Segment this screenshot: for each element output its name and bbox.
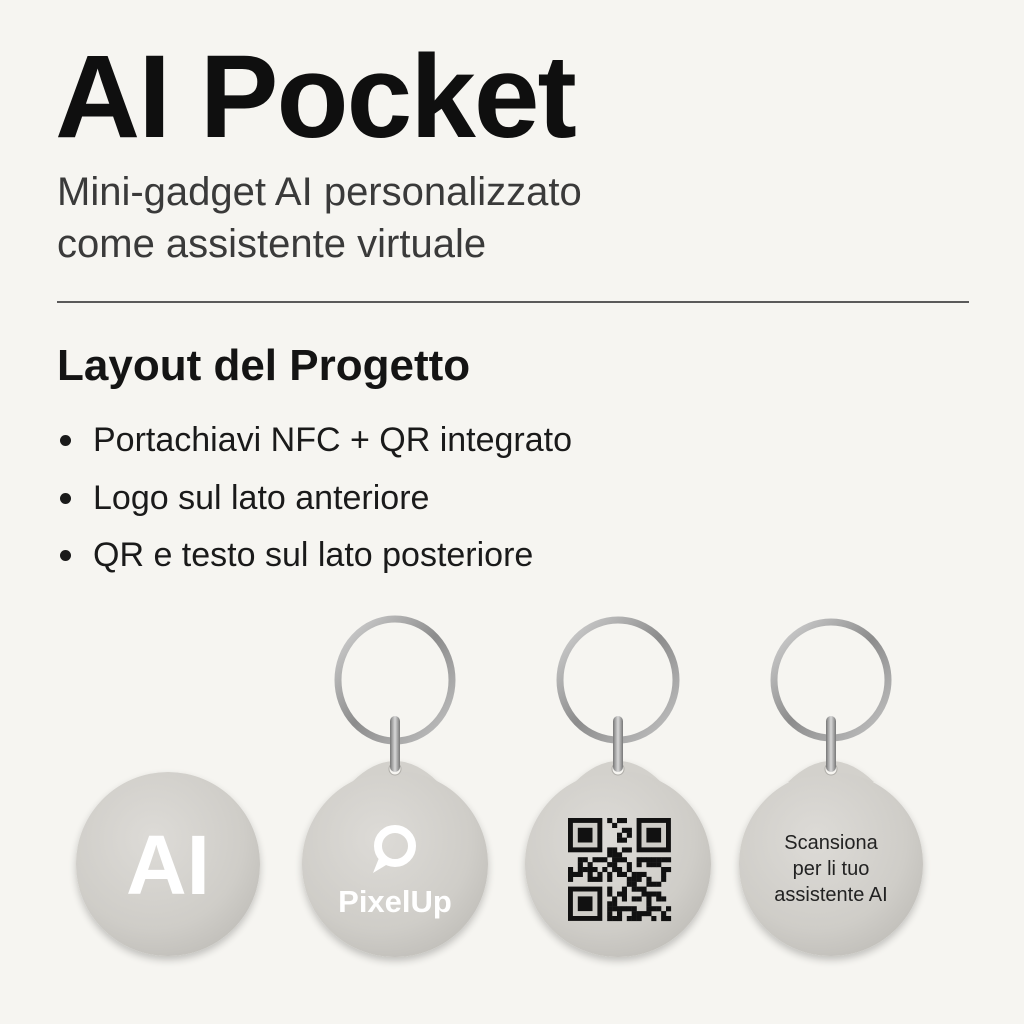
tag-ai-label: AI <box>126 818 210 912</box>
tag-qr <box>525 616 711 957</box>
pixelup-logo-text: PixelUp <box>338 884 452 919</box>
product-illustration: AI PixelUp Scansiona per li tuo assisten… <box>76 615 923 957</box>
ring-connector-icon <box>826 716 836 772</box>
ring-connector-icon <box>390 716 400 772</box>
tag-text-line-2: per li tuo <box>793 858 870 880</box>
tag-text-line-1: Scansiona <box>784 832 878 854</box>
ring-connector-icon <box>613 716 623 772</box>
tag-text-line-3: assistente AI <box>774 884 887 906</box>
